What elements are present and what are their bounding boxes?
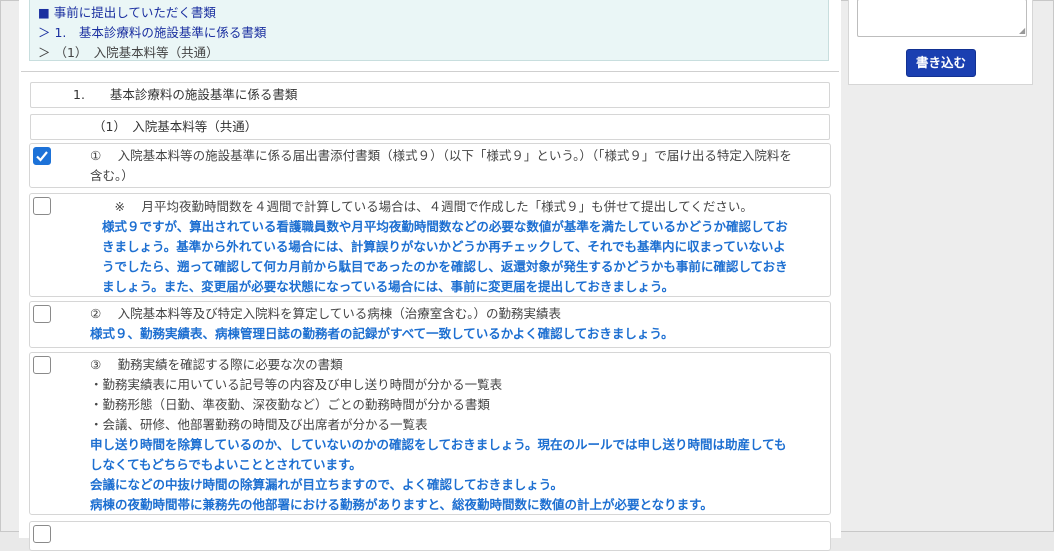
document-item: ③ 勤務実績を確認する際に必要な次の書類 ・勤務実績表に用いている記号等の内容及… (29, 352, 831, 515)
advice-text-line: 病棟の夜勤時間帯に兼務先の他部署における勤務がありますと、総夜勤時間数に数値の計… (90, 497, 713, 512)
document-item: ① 入院基本料等の施設基準に係る届出書添付書類（様式９）（以下「様式９」という。… (29, 143, 831, 188)
item-text-line: ① 入院基本料等の施設基準に係る届出書添付書類（様式９）（以下「様式９」という。… (90, 148, 792, 163)
advice-text-line: ましょう。また、変更届が必要な状態になっている場合には、事前に変更届を提出してお… (102, 279, 675, 294)
checkmark-icon (36, 151, 48, 162)
document-item-partial (29, 521, 831, 551)
breadcrumb-title: ■ 事前に提出していただく書類 (38, 5, 216, 20)
subsection-heading: （1） 入院基本料等（共通） (30, 114, 830, 140)
item-text-line: 含む。） (90, 168, 134, 183)
advice-text-line: うでしたら、遡って確認して何カ月前から駄目であったのかを確認し、返還対象が発生す… (102, 259, 788, 274)
advice-text-line: 様式９、勤務実績表、病棟管理日誌の勤務者の記録がすべて一致しているかよく確認して… (90, 326, 674, 341)
item-text-line: ② 入院基本料等及び特定入院料を算定している病棟（治療室含む。）の勤務実績表 (90, 306, 562, 321)
memo-panel: ◢ 書き込む (848, 0, 1033, 85)
advice-text-line: しなくてもどちらでもよいこととされています。 (90, 457, 362, 472)
divider (21, 71, 839, 72)
item-text-line: ③ 勤務実績を確認する際に必要な次の書類 (90, 357, 343, 372)
main-column: ■ 事前に提出していただく書類 ＞ 1. 基本診療料の施設基準に係る書類 ＞ （… (19, 0, 841, 551)
advice-text-line: きましょう。基準から外れている場合には、計算誤りがないかどうか再チェックして、そ… (102, 239, 786, 254)
memo-textarea[interactable] (857, 0, 1027, 37)
document-item: ※ 月平均夜勤時間数を４週間で計算している場合は、４週間で作成した「様式９」も併… (29, 193, 831, 297)
item-text-line: ・勤務形態（日勤、準夜勤、深夜勤など）ごとの勤務時間が分かる書類 (90, 397, 490, 412)
advice-text-line: 申し送り時間を除算しているのか、していないのかの確認をしておきましょう。現在のル… (90, 437, 787, 452)
section-heading: 1. 基本診療料の施設基準に係る書類 (30, 82, 830, 108)
item-text-line: ・会議、研修、他部署勤務の時間及び出席者が分かる一覧表 (90, 417, 428, 432)
item-checkbox[interactable] (33, 305, 51, 323)
resize-grip-icon[interactable]: ◢ (1019, 27, 1030, 82)
breadcrumb-link-basic-fees[interactable]: ＞ 1. 基本診療料の施設基準に係る書類 (38, 23, 820, 43)
item-checkbox[interactable] (33, 147, 51, 165)
advice-text-line: 様式９ですが、算出されている看護職員数や月平均夜勤時間数などの必要な数値が基準を… (102, 219, 788, 234)
item-text-line: ※ 月平均夜勤時間数を４週間で計算している場合は、４週間で作成した「様式９」も併… (102, 199, 753, 214)
breadcrumb-current: ＞ （1） 入院基本料等（共通） (38, 45, 219, 60)
document-item: ② 入院基本料等及び特定入院料を算定している病棟（治療室含む。）の勤務実績表 様… (29, 301, 831, 348)
breadcrumb: ■ 事前に提出していただく書類 ＞ 1. 基本診療料の施設基準に係る書類 ＞ （… (29, 0, 829, 61)
item-text-line: ・勤務実績表に用いている記号等の内容及び申し送り時間が分かる一覧表 (90, 377, 503, 392)
item-checkbox[interactable] (33, 356, 51, 374)
advice-text-line: 会議になどの中抜け時間の除算漏れが目立ちますので、よく確認しておきましょう。 (90, 477, 564, 492)
item-checkbox[interactable] (33, 525, 51, 543)
write-button[interactable]: 書き込む (906, 49, 976, 77)
item-checkbox[interactable] (33, 197, 51, 215)
